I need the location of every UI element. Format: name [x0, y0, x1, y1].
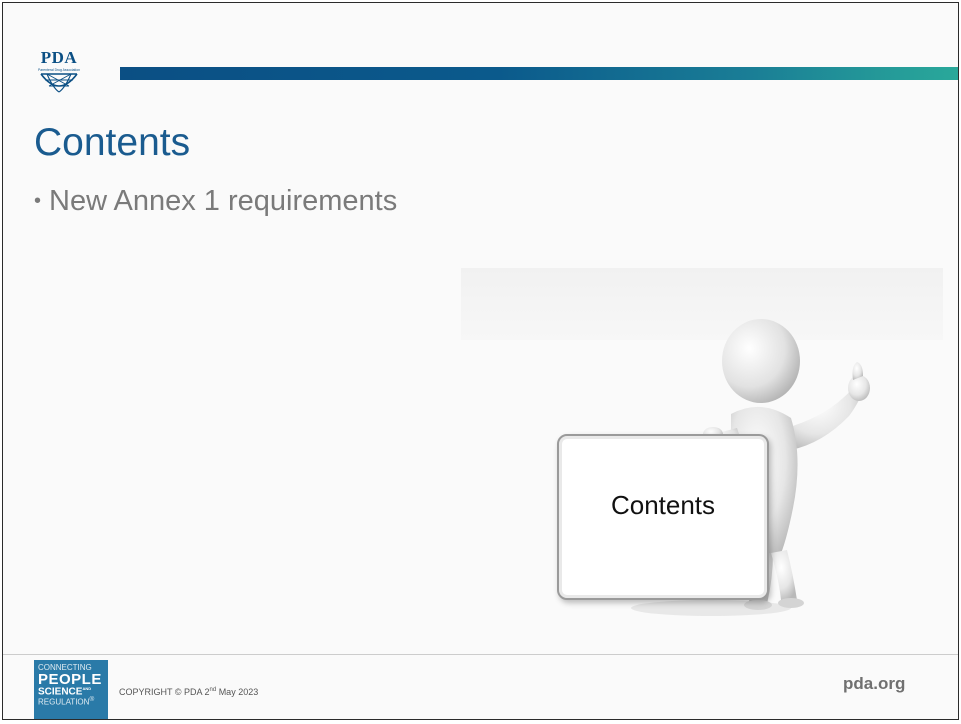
- sign-board-text: Contents: [610, 490, 716, 520]
- figure-3d-person-with-sign: Contents: [461, 268, 943, 633]
- bullet-icon: •: [34, 190, 42, 212]
- header-gradient-bar: [120, 67, 958, 80]
- pda-logo-text: PDA: [40, 48, 78, 67]
- badge-line-science-and: AND: [82, 686, 92, 691]
- copyright-suffix: May 2023: [216, 687, 259, 697]
- footer-website: pda.org: [843, 674, 906, 693]
- connecting-people-badge: CONNECTING PEOPLE SCIENCEAND REGULATION®: [34, 660, 108, 719]
- badge-line-connecting: CONNECTING: [38, 663, 92, 672]
- badge-line-science-text: SCIENCE: [38, 686, 83, 698]
- globe-icon: [40, 73, 78, 93]
- footer-divider: [3, 654, 958, 655]
- pda-logo: PDA Parenteral Drug Association: [37, 49, 81, 97]
- bullet-item: • New Annex 1 requirements: [34, 181, 397, 221]
- copyright-prefix: COPYRIGHT © PDA 2: [119, 687, 210, 697]
- footer-copyright: COPYRIGHT © PDA 2nd May 2023: [119, 687, 258, 697]
- sign-board: Contents: [557, 434, 769, 600]
- badge-line-regulation-text: REGULATION: [38, 697, 90, 707]
- presentation-slide: PDA Parenteral Drug Association Contents…: [2, 2, 959, 720]
- badge-line-regulation: REGULATION®: [38, 696, 104, 707]
- slide-title: Contents: [34, 121, 191, 164]
- bullet-text: New Annex 1 requirements: [49, 185, 398, 217]
- badge-line-people: PEOPLE: [38, 671, 102, 688]
- registered-mark: ®: [89, 696, 95, 704]
